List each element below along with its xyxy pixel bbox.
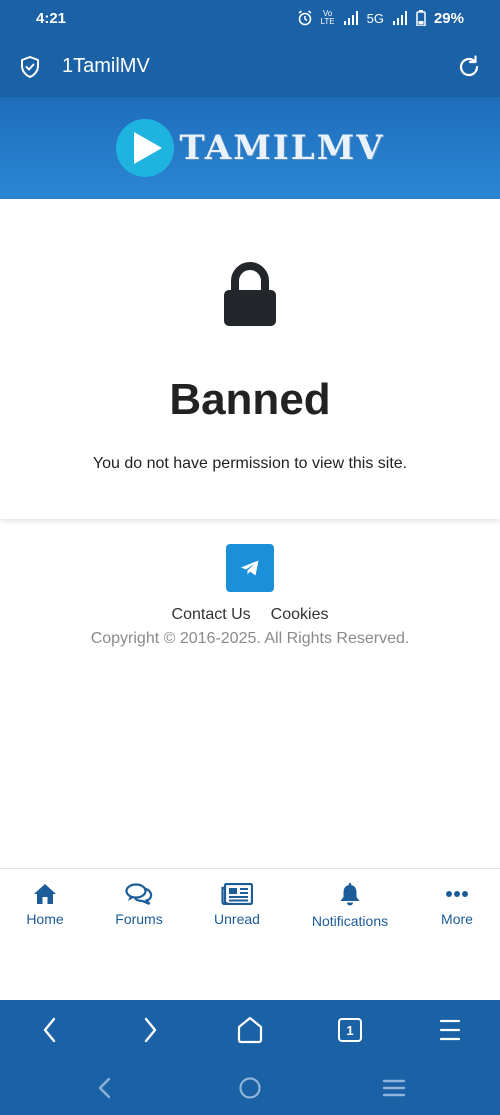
tabs-button[interactable]: 1 <box>338 1018 362 1042</box>
nav-label-forums: Forums <box>115 911 163 927</box>
nav-item-unread[interactable]: Unread <box>187 883 287 927</box>
signal-icon-2 <box>392 11 407 25</box>
home-icon <box>34 884 56 904</box>
status-bar: 4:21 Vo LTE 5G 29% <box>0 0 500 36</box>
bell-icon <box>340 883 360 906</box>
logo-text: TAMILMV <box>179 128 385 168</box>
system-nav-bar <box>0 1060 500 1115</box>
more-icon <box>446 891 468 897</box>
nav-item-home[interactable]: Home <box>0 883 95 927</box>
signal-icon <box>343 11 358 25</box>
telegram-icon <box>241 560 259 576</box>
banned-notice: Banned You do not have permission to vie… <box>0 199 500 519</box>
banned-heading: Banned <box>169 375 331 424</box>
browser-toolbar: 1TamilMV <box>0 36 500 97</box>
play-logo-icon <box>116 119 175 177</box>
menu-icon[interactable] <box>438 1015 462 1045</box>
site-header: TAMILMV <box>0 97 500 199</box>
battery-percent: 29% <box>433 9 464 27</box>
copyright-text: Copyright © 2016-2025. All Rights Reserv… <box>90 630 410 647</box>
site-logo[interactable]: TAMILMV <box>115 118 384 178</box>
nav-label-notifications: Notifications <box>311 913 389 929</box>
forward-icon[interactable] <box>138 1015 162 1045</box>
reload-icon[interactable] <box>456 54 482 80</box>
tab-count: 1 <box>346 1022 354 1038</box>
bottom-nav: Home Forums Unread Notifications More <box>0 868 500 1000</box>
status-time: 4:21 <box>36 9 67 27</box>
forums-icon <box>125 883 153 905</box>
nav-label-unread: Unread <box>214 911 260 927</box>
nav-item-forums[interactable]: Forums <box>89 883 189 927</box>
page-title[interactable]: 1TamilMV <box>62 55 456 78</box>
contact-us-link[interactable]: Contact Us <box>172 606 251 624</box>
alarm-icon <box>298 10 312 26</box>
volte-icon: Vo LTE <box>320 9 335 26</box>
newspaper-icon <box>221 883 253 905</box>
shield-icon[interactable] <box>18 55 42 79</box>
telegram-button[interactable] <box>226 544 274 592</box>
battery-icon <box>416 10 426 26</box>
footer-links: Contact Us Cookies <box>0 606 500 624</box>
status-icons: Vo LTE 5G 29% <box>297 10 464 27</box>
home-page-icon[interactable] <box>236 1015 264 1045</box>
network-type: 5G <box>366 10 384 26</box>
nav-item-more[interactable]: More <box>407 883 500 927</box>
back-icon[interactable] <box>38 1015 62 1045</box>
system-home-icon[interactable] <box>238 1076 262 1100</box>
nav-item-notifications[interactable]: Notifications <box>300 883 400 929</box>
nav-label-home: Home <box>26 911 64 927</box>
browser-nav-bar: 1 <box>0 1000 500 1060</box>
system-back-icon[interactable] <box>94 1076 116 1100</box>
cookies-link[interactable]: Cookies <box>271 606 329 624</box>
lock-icon <box>224 262 276 326</box>
nav-label-more: More <box>441 911 473 927</box>
banned-message: You do not have permission to view this … <box>92 455 408 472</box>
system-recents-icon[interactable] <box>381 1076 407 1100</box>
